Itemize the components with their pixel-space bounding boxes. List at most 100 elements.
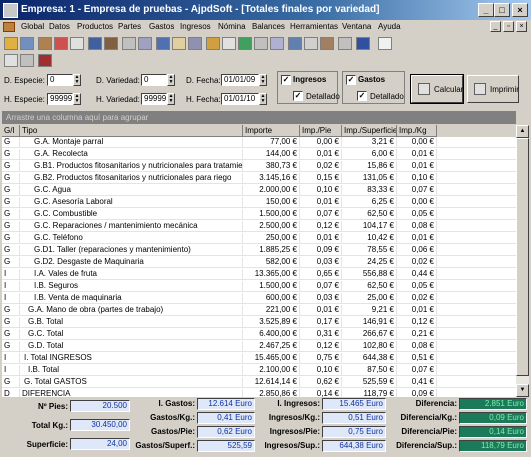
h-especie-spinner[interactable]: ▲ ▼: [73, 93, 81, 105]
toolbar-icon-23[interactable]: [378, 37, 392, 50]
table-row[interactable]: I I.B. Seguros 1.500,00 €0,07 €62,50 €0,05…: [2, 281, 516, 292]
printer-icon[interactable]: [20, 54, 34, 67]
toolbar-icon-14[interactable]: [222, 37, 236, 50]
col-header-gi[interactable]: G/I: [2, 125, 20, 137]
table-row[interactable]: G G.B. Total 3.525,89 €0,17 €146,91 €0,12 …: [2, 317, 516, 328]
toolbar-icon-5[interactable]: [70, 37, 84, 50]
h-fecha-spinner[interactable]: ▲ ▼: [259, 93, 267, 105]
menu-ingresos[interactable]: Ingresos: [180, 22, 211, 31]
table-row[interactable]: G G.B2. Productos fitosanitarios y nutric…: [2, 173, 516, 184]
table-row[interactable]: G G.D. Total 2.467,25 €0,12 €102,80 €0,08 …: [2, 341, 516, 352]
table-row[interactable]: I I.B. Total 2.100,00 €0,10 €87,50 €0,07 €: [2, 365, 516, 376]
scroll-up-button[interactable]: ▲: [516, 125, 529, 138]
toolbar-icon-6[interactable]: [88, 37, 102, 50]
table-row[interactable]: G G.B1. Productos fitosanitarios y nutric…: [2, 161, 516, 172]
totals-grid[interactable]: G/I Tipo Importe Imp./Pie Imp./Superfici…: [2, 125, 516, 397]
d-especie-input[interactable]: 0: [47, 74, 73, 86]
col-header-imp-pie[interactable]: Imp./Pie: [300, 125, 342, 137]
ingresos-detallado-checkbox[interactable]: ✓: [293, 91, 303, 101]
toolbar-icon-9[interactable]: [138, 37, 152, 50]
toolbar-icon-18[interactable]: [288, 37, 302, 50]
mdi-close-button[interactable]: ×: [516, 21, 527, 32]
cell-imp-pie: 0,62 €: [300, 377, 342, 388]
col-header-importe[interactable]: Importe: [243, 125, 300, 137]
toolbar-icon-21[interactable]: [338, 37, 352, 50]
menu-global[interactable]: Global: [21, 22, 44, 31]
col-header-imp-kg[interactable]: Imp./Kg: [397, 125, 437, 137]
d-variedad-input[interactable]: 0: [141, 74, 167, 86]
table-row[interactable]: G G.C. Combustible 1.500,00 €0,07 €62,50 €…: [2, 209, 516, 220]
cell-gi: G: [2, 329, 20, 340]
h-variedad-input[interactable]: 99999: [141, 93, 167, 105]
gastos-detallado-checkbox[interactable]: ✓: [357, 91, 367, 101]
h-especie-input[interactable]: 99999: [47, 93, 73, 105]
scroll-thumb[interactable]: [516, 138, 529, 376]
menu-herramientas[interactable]: Herramientas: [290, 22, 338, 31]
calcular-button[interactable]: Calcular: [410, 74, 464, 104]
toolbar-icon-22[interactable]: [356, 37, 370, 50]
table-row[interactable]: I I. Total INGRESOS 15.465,00 €0,75 €644,3…: [2, 353, 516, 364]
menu-ventana[interactable]: Ventana: [342, 22, 371, 31]
ingresos-checkbox[interactable]: ✓: [281, 75, 291, 85]
menu-ayuda[interactable]: Ayuda: [378, 22, 401, 31]
col-header-tipo[interactable]: Tipo: [20, 125, 243, 137]
toolbar-icon-20[interactable]: [320, 37, 334, 50]
table-row[interactable]: G G. Total GASTOS 12.614,14 €0,62 €525,59 …: [2, 377, 516, 388]
toolbar-icon-8[interactable]: [122, 37, 136, 50]
group-by-panel[interactable]: Arrastre una columna aquí para agrupar: [2, 111, 516, 124]
menu-balances[interactable]: Balances: [252, 22, 285, 31]
d-fecha-input[interactable]: 01/01/09: [221, 74, 259, 86]
d-especie-spinner[interactable]: ▲ ▼: [73, 74, 81, 86]
toolbar-icon-7[interactable]: [104, 37, 118, 50]
h-variedad-spinner[interactable]: ▲ ▼: [167, 93, 175, 105]
toolbar-icon-13[interactable]: [206, 37, 220, 50]
table-row[interactable]: G G.C. Asesoría Laboral 150,00 €0,01 €6,25…: [2, 197, 516, 208]
table-row[interactable]: G G.C. Agua 2.000,00 €0,10 €83,33 €0,07 €: [2, 185, 516, 196]
d-fecha-spinner[interactable]: ▲ ▼: [259, 74, 267, 86]
toolbar-icon-19[interactable]: [304, 37, 318, 50]
toolbar-icon-11[interactable]: [172, 37, 186, 50]
scroll-down-button[interactable]: ▼: [516, 384, 529, 397]
mdi-restore-button[interactable]: ▫: [503, 21, 514, 32]
document-icon[interactable]: [3, 22, 15, 32]
exit-icon[interactable]: [38, 54, 52, 67]
toolbar-icon-2[interactable]: [20, 37, 34, 50]
mdi-minimize-button[interactable]: _: [490, 21, 501, 32]
table-row[interactable]: G G.C. Total 6.400,00 €0,31 €266,67 €0,21 …: [2, 329, 516, 340]
table-row[interactable]: G G.C. Teléfono 250,00 €0,01 €10,42 €0,01 …: [2, 233, 516, 244]
toolbar-icon-17[interactable]: [270, 37, 284, 50]
col-header-imp-superficie[interactable]: Imp./Superficie: [342, 125, 397, 137]
table-row[interactable]: G G.D1. Taller (reparaciones y mantenimie…: [2, 245, 516, 256]
cell-imp-superficie: 62,50 €: [342, 281, 397, 292]
h-fecha-input[interactable]: 01/01/10: [221, 93, 259, 105]
table-row[interactable]: G G.A. Mano de obra (partes de trabajo) 22…: [2, 305, 516, 316]
toolbar-icon-16[interactable]: [254, 37, 268, 50]
close-button[interactable]: ×: [512, 3, 528, 17]
cell-tipo: G.A. Montaje parral: [20, 137, 243, 148]
maximize-button[interactable]: □: [494, 3, 510, 17]
minimize-button[interactable]: _: [478, 3, 494, 17]
d-variedad-spinner[interactable]: ▲ ▼: [167, 74, 175, 86]
table-row[interactable]: G G.A. Montaje parral 77,00 €0,00 €3,21 €0…: [2, 137, 516, 148]
toolbar-icon-1[interactable]: [4, 37, 18, 50]
menu-nomina[interactable]: Nómina: [218, 22, 246, 31]
toolbar-icon-15[interactable]: [238, 37, 252, 50]
toolbar-icon-3[interactable]: [38, 37, 52, 50]
menu-datos[interactable]: Datos: [49, 22, 70, 31]
table-row[interactable]: G G.C. Reparaciones / mantenimiento mecán…: [2, 221, 516, 232]
table-row[interactable]: I I.B. Venta de maquinaria 600,00 €0,03 €2…: [2, 293, 516, 304]
toolbar-icon-12[interactable]: [188, 37, 202, 50]
menu-gastos[interactable]: Gastos: [149, 22, 174, 31]
menu-partes[interactable]: Partes: [118, 22, 141, 31]
table-row[interactable]: G G.A. Recolecta 144,00 €0,01 €6,00 €0,01 …: [2, 149, 516, 160]
imprimir-button[interactable]: Imprimir: [467, 75, 519, 103]
vertical-scrollbar[interactable]: ▲ ▼: [516, 125, 529, 397]
table-row[interactable]: D DIFERENCIA 2.850,86 €0,14 €118,79 €0,09 …: [2, 389, 516, 397]
table-row[interactable]: G G.D2. Desgaste de Maquinaria 582,00 €0,0…: [2, 257, 516, 268]
menu-productos[interactable]: Productos: [77, 22, 113, 31]
calculator-icon[interactable]: [4, 54, 18, 67]
toolbar-icon-4[interactable]: [54, 37, 68, 50]
table-row[interactable]: I I.A. Vales de fruta 13.365,00 €0,65 €556…: [2, 269, 516, 280]
toolbar-icon-10[interactable]: [156, 37, 170, 50]
gastos-checkbox[interactable]: ✓: [346, 75, 356, 85]
